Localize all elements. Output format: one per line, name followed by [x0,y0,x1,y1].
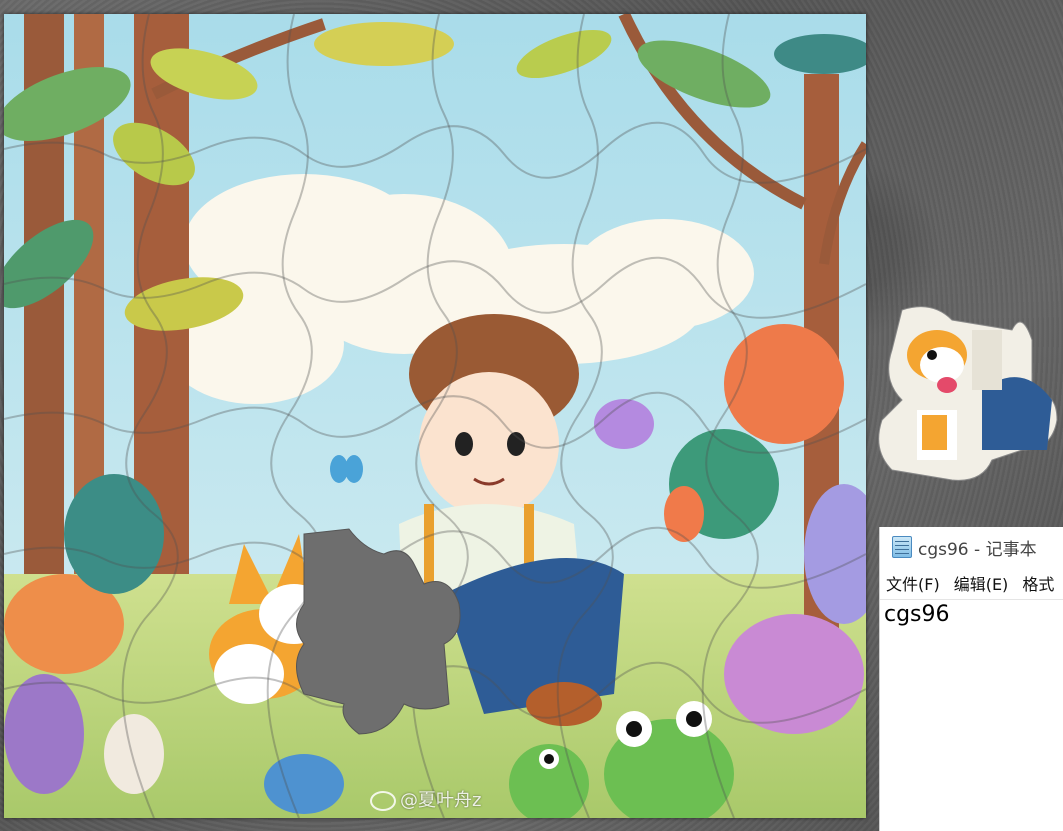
notepad-title: cgs96 - 记事本 [918,539,1037,560]
menu-edit[interactable]: 编辑(E) [954,571,1009,595]
notepad-menubar: 文件(F) 编辑(E) 格式 [880,567,1063,600]
menu-format[interactable]: 格式 [1022,571,1054,595]
menu-file[interactable]: 文件(F) [886,571,940,595]
watermark-text: @夏叶舟z [400,790,482,811]
notepad-titlebar[interactable]: cgs96 - 记事本 [880,527,1063,567]
notepad-window[interactable]: cgs96 - 记事本 文件(F) 编辑(E) 格式 cgs96 [879,527,1063,831]
puzzle-board[interactable] [4,14,866,818]
weibo-logo-icon [370,791,396,811]
weibo-watermark: @夏叶舟z [370,786,481,812]
notepad-text-area[interactable]: cgs96 [880,600,1063,629]
loose-puzzle-piece[interactable] [872,300,1063,483]
notepad-icon [892,536,912,558]
